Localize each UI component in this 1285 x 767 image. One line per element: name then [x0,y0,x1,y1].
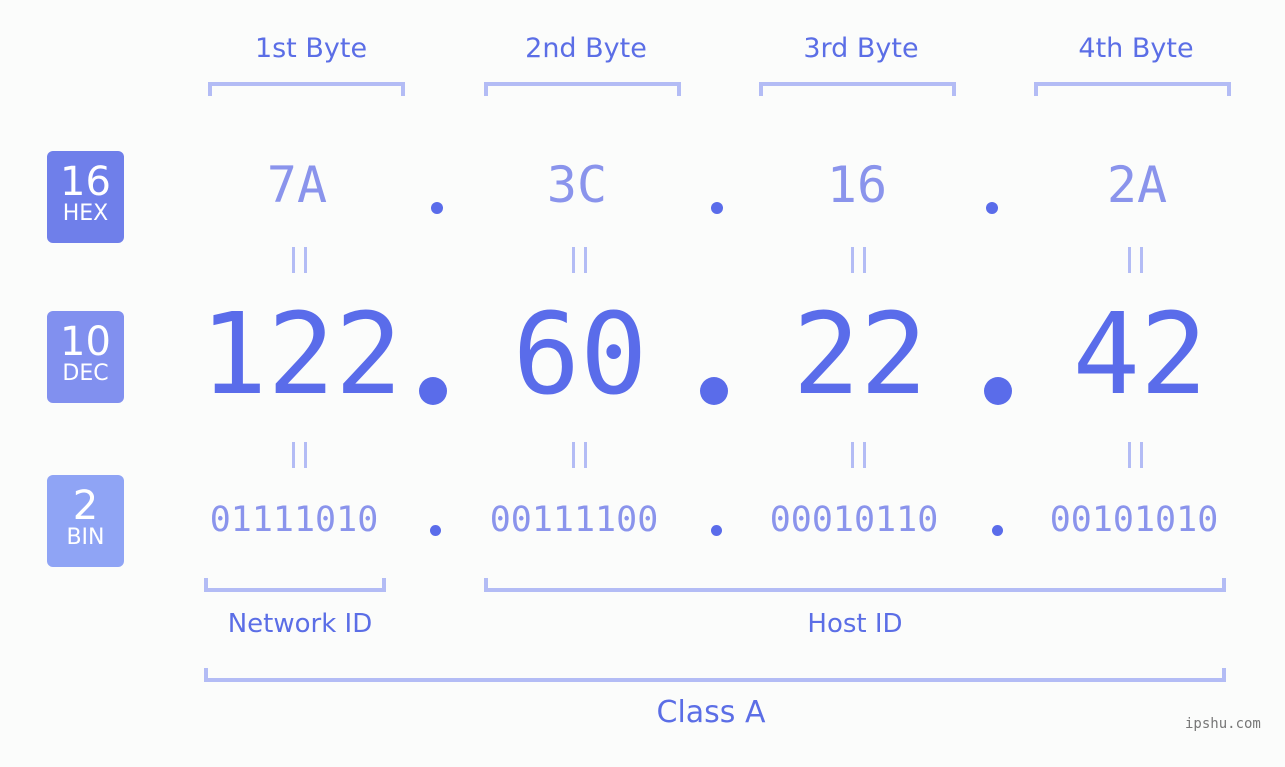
hex-dot-3 [986,202,998,214]
class-label: Class A [656,695,766,730]
hex-badge-base: 16 [60,159,111,205]
dec-badge: 10 DEC [47,311,124,403]
byte-bracket-1 [208,82,405,96]
dec-dot-1 [419,377,447,405]
bin-badge-label: BIN [66,525,105,550]
hex-byte-1: 7A [266,156,328,214]
equals-icon [851,442,871,470]
equals-icon [1128,247,1148,275]
hex-badge-label: HEX [62,201,109,226]
dec-byte-4: 42 [1072,290,1208,420]
host-id-bracket [484,578,1226,592]
bin-dot-1 [430,525,441,536]
network-id-label: Network ID [227,609,373,639]
bin-badge-base: 2 [72,483,99,529]
dec-dot-2 [700,377,728,405]
byte-bracket-3 [759,82,956,96]
equals-icon [1128,442,1148,470]
watermark: ipshu.com [1185,716,1261,732]
dec-byte-3: 22 [792,290,928,420]
equals-icon [572,247,592,275]
hex-byte-2: 3C [546,156,608,214]
dec-badge-label: DEC [62,361,109,386]
byte-header-4: 4th Byte [1078,33,1194,64]
equals-icon [292,442,312,470]
byte-header-3: 3rd Byte [803,33,919,64]
equals-icon [851,247,871,275]
host-id-label: Host ID [807,609,903,639]
equals-icon [292,247,312,275]
dec-byte-1: 122 [200,290,403,420]
byte-header-1: 1st Byte [254,33,368,64]
equals-icon [572,442,592,470]
hex-dot-1 [431,202,443,214]
hex-byte-4: 2A [1106,156,1168,214]
network-id-bracket [204,578,386,592]
bin-byte-2: 00111100 [489,500,659,540]
hex-badge: 16 HEX [47,151,124,243]
bin-dot-2 [711,525,722,536]
byte-bracket-4 [1034,82,1231,96]
bin-byte-4: 00101010 [1049,500,1219,540]
class-bracket [204,668,1226,682]
byte-header-2: 2nd Byte [525,33,647,64]
byte-bracket-2 [484,82,681,96]
bin-dot-3 [992,525,1003,536]
bin-badge: 2 BIN [47,475,124,567]
bin-byte-1: 01111010 [209,500,379,540]
dec-byte-2: 60 [512,290,648,420]
hex-byte-3: 16 [826,156,888,214]
bin-byte-3: 00010110 [769,500,939,540]
hex-dot-2 [711,202,723,214]
dec-badge-base: 10 [60,319,111,365]
dec-dot-3 [984,377,1012,405]
